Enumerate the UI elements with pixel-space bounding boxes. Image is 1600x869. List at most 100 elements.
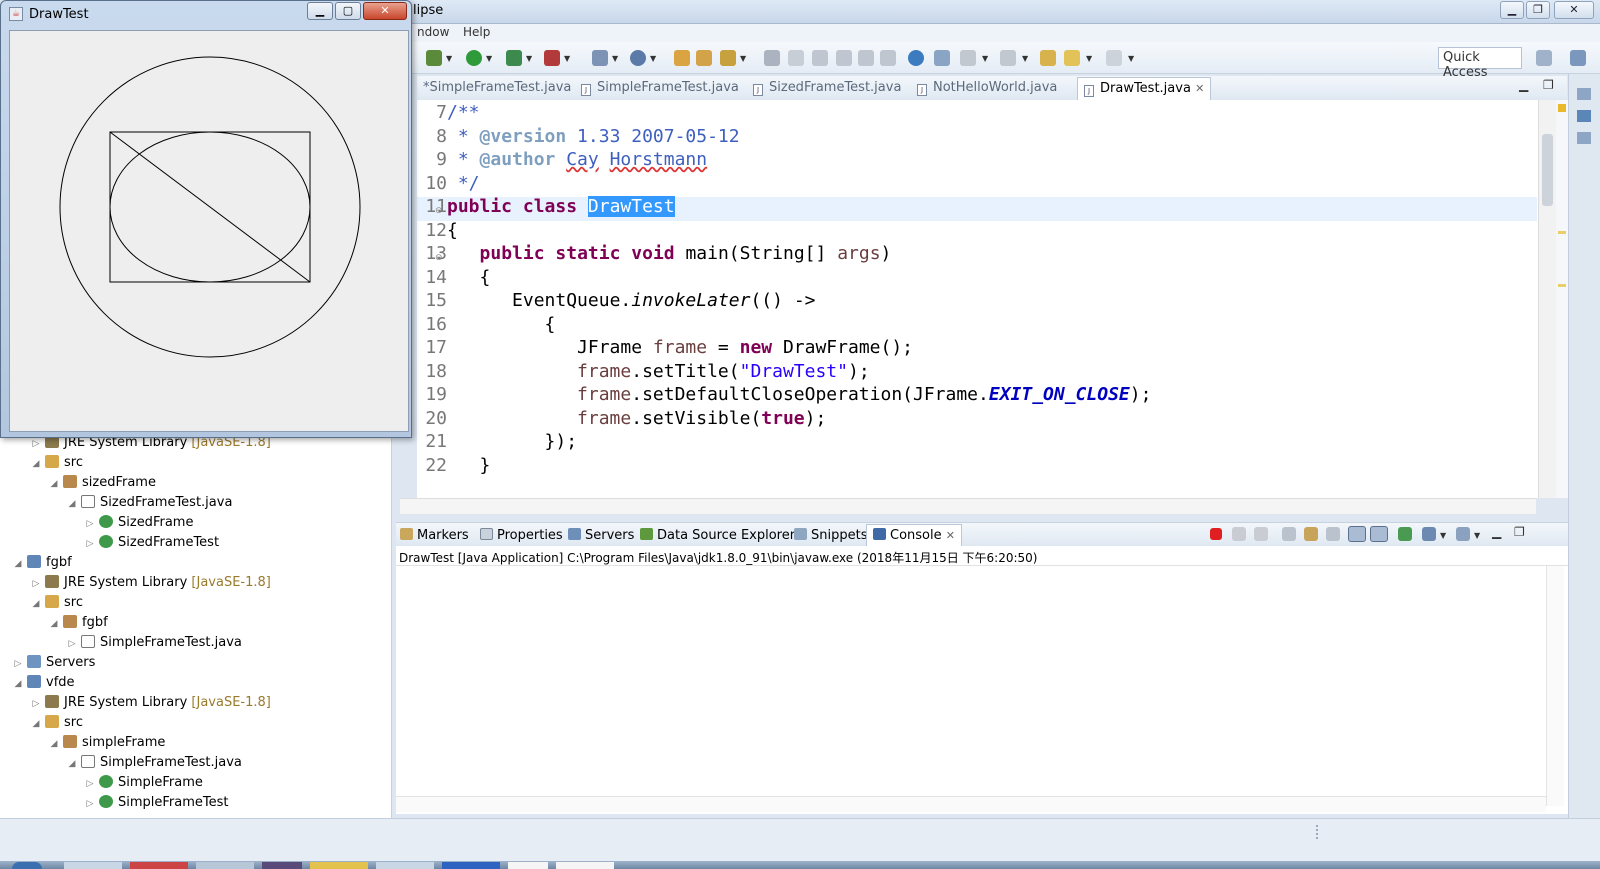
external-tools-icon[interactable] <box>544 50 560 66</box>
tree-item-java-file[interactable]: ▷ SimpleFrameTest.java <box>66 634 242 652</box>
tab-snippets[interactable]: Snippets <box>794 528 867 543</box>
drawtest-maximize-button[interactable]: ▢ <box>335 2 361 20</box>
outline-icon[interactable] <box>1577 110 1591 122</box>
chevron-down-icon[interactable]: ▼ <box>740 54 746 63</box>
tree-item-class[interactable]: ▷ SimpleFrameTest <box>84 794 229 812</box>
word-wrap-icon[interactable] <box>1326 527 1340 541</box>
task-list-icon[interactable] <box>1577 132 1591 144</box>
fold-collapse-icon[interactable]: ⊖ <box>435 253 443 263</box>
tree-item-jre-library[interactable]: ▷ JRE System Library [JavaSE-1.8] <box>30 694 271 712</box>
chevron-down-icon[interactable]: ▼ <box>650 54 656 63</box>
taskbar-app[interactable] <box>196 862 254 869</box>
debug-icon[interactable] <box>426 50 442 66</box>
last-edit-icon[interactable] <box>1040 50 1056 66</box>
close-tab-icon[interactable]: ✕ <box>1195 82 1204 95</box>
tab-nothelloworld[interactable]: J NotHelloWorld.java <box>917 80 1057 96</box>
tree-item-class[interactable]: ▷ SizedFrameTest <box>84 534 219 552</box>
new-class-icon[interactable] <box>630 50 646 66</box>
taskbar-app[interactable] <box>262 862 302 869</box>
chevron-down-icon[interactable]: ▼ <box>1474 531 1480 540</box>
console-output-area[interactable] <box>396 566 1568 814</box>
pin-console-icon[interactable] <box>1398 527 1412 541</box>
drawtest-close-button[interactable]: ✕ <box>363 2 407 20</box>
tree-item-java-file[interactable]: ◢ SimpleFrameTest.java <box>66 754 242 772</box>
toggle-mark-icon[interactable] <box>764 50 780 66</box>
taskbar-app[interactable] <box>376 862 434 869</box>
tab-simpleframetest[interactable]: J SimpleFrameTest.java <box>581 80 739 96</box>
maximize-view-icon[interactable]: ❐ <box>1543 78 1554 92</box>
java-ee-perspective-icon[interactable] <box>1570 50 1586 66</box>
start-button[interactable] <box>12 862 42 869</box>
chevron-down-icon[interactable]: ▼ <box>1440 531 1446 540</box>
minimize-button[interactable]: ▁ <box>1500 1 1524 19</box>
remove-all-icon[interactable] <box>1254 527 1268 541</box>
chevron-down-icon[interactable]: ▼ <box>1086 54 1092 63</box>
globe-icon[interactable] <box>908 50 924 66</box>
tree-item-class[interactable]: ▷ SizedFrame <box>84 514 193 532</box>
occurrence-marker[interactable] <box>1558 284 1566 287</box>
new-server-icon[interactable] <box>592 50 608 66</box>
tab-data-source-explorer[interactable]: Data Source Explorer <box>640 528 795 543</box>
tree-item-package[interactable]: ◢ fgbf <box>48 614 108 632</box>
editor-horizontal-scrollbar[interactable] <box>400 498 1536 514</box>
remove-launch-icon[interactable] <box>1232 527 1246 541</box>
occurrence-marker[interactable] <box>1558 231 1566 234</box>
forward-arrow-icon[interactable] <box>1106 50 1122 66</box>
toggle-breadcrumb-icon[interactable] <box>812 50 828 66</box>
console-horizontal-scrollbar[interactable] <box>396 796 1546 812</box>
terminate-icon[interactable] <box>1210 528 1222 540</box>
tab-servers[interactable]: Servers <box>568 528 634 543</box>
taskbar-app[interactable] <box>310 862 368 869</box>
tree-item-package[interactable]: ◢ simpleFrame <box>48 734 165 752</box>
tree-item-project[interactable]: ◢ vfde <box>12 674 75 692</box>
block-selection-icon[interactable] <box>836 50 852 66</box>
show-whitespace-icon[interactable] <box>858 50 874 66</box>
drawtest-minimize-button[interactable]: ▁ <box>307 2 333 20</box>
quick-access-field[interactable]: Quick Access <box>1438 47 1522 80</box>
chevron-down-icon[interactable]: ▼ <box>982 54 988 63</box>
chevron-down-icon[interactable]: ▼ <box>486 54 492 63</box>
menu-window[interactable]: ndow <box>417 25 449 39</box>
minimize-view-icon[interactable]: ▁ <box>1519 78 1528 92</box>
taskbar-app[interactable] <box>442 862 500 869</box>
close-tab-icon[interactable]: ✕ <box>946 529 955 542</box>
open-console-icon[interactable] <box>1456 527 1470 541</box>
scroll-thumb[interactable] <box>1542 134 1553 206</box>
close-button[interactable]: ✕ <box>1554 1 1594 19</box>
tree-item-src[interactable]: ◢ src <box>30 454 83 472</box>
maximize-view-icon[interactable]: ❐ <box>1514 525 1525 539</box>
chevron-down-icon[interactable]: ▼ <box>564 54 570 63</box>
chevron-down-icon[interactable]: ▼ <box>1022 54 1028 63</box>
pen-icon[interactable] <box>788 50 804 66</box>
coverage-icon[interactable] <box>506 50 522 66</box>
search-icon[interactable] <box>720 50 736 66</box>
console-vertical-scrollbar[interactable] <box>1546 566 1564 806</box>
next-annotation-icon[interactable] <box>960 50 976 66</box>
tab-simpleframetest-modified[interactable]: *SimpleFrameTest.java <box>423 80 571 95</box>
back-arrow-icon[interactable] <box>1064 50 1080 66</box>
tree-item-src[interactable]: ◢ src <box>30 714 83 732</box>
restore-icon[interactable] <box>1577 88 1591 100</box>
previous-annotation-icon[interactable] <box>1000 50 1016 66</box>
chevron-down-icon[interactable]: ▼ <box>526 54 532 63</box>
editor-vertical-scrollbar[interactable] <box>1538 100 1556 498</box>
tab-sizedframetest[interactable]: J SizedFrameTest.java <box>753 80 901 96</box>
open-type-icon[interactable] <box>674 50 690 66</box>
fold-collapse-icon[interactable]: ⊖ <box>435 206 443 216</box>
chevron-down-icon[interactable]: ▼ <box>612 54 618 63</box>
tab-console[interactable]: Console ✕ <box>866 524 962 547</box>
link-icon[interactable] <box>934 50 950 66</box>
taskbar-app[interactable] <box>130 862 188 869</box>
open-perspective-icon[interactable] <box>1536 50 1552 66</box>
minimize-view-icon[interactable]: ▁ <box>1492 525 1501 539</box>
tree-item-package[interactable]: ◢ sizedFrame <box>48 474 156 492</box>
menu-help[interactable]: Help <box>463 25 490 39</box>
tree-item-class[interactable]: ▷ SimpleFrame <box>84 774 203 792</box>
tab-drawtest[interactable]: J DrawTest.java ✕ <box>1077 77 1212 100</box>
taskbar-app[interactable] <box>64 862 122 869</box>
tree-item-servers[interactable]: ▷ Servers <box>12 654 95 672</box>
show-stdout-icon[interactable] <box>1348 526 1366 542</box>
clear-console-icon[interactable] <box>1282 527 1296 541</box>
tree-item-project[interactable]: ◢ fgbf <box>12 554 72 572</box>
tab-properties[interactable]: Properties <box>480 528 563 543</box>
